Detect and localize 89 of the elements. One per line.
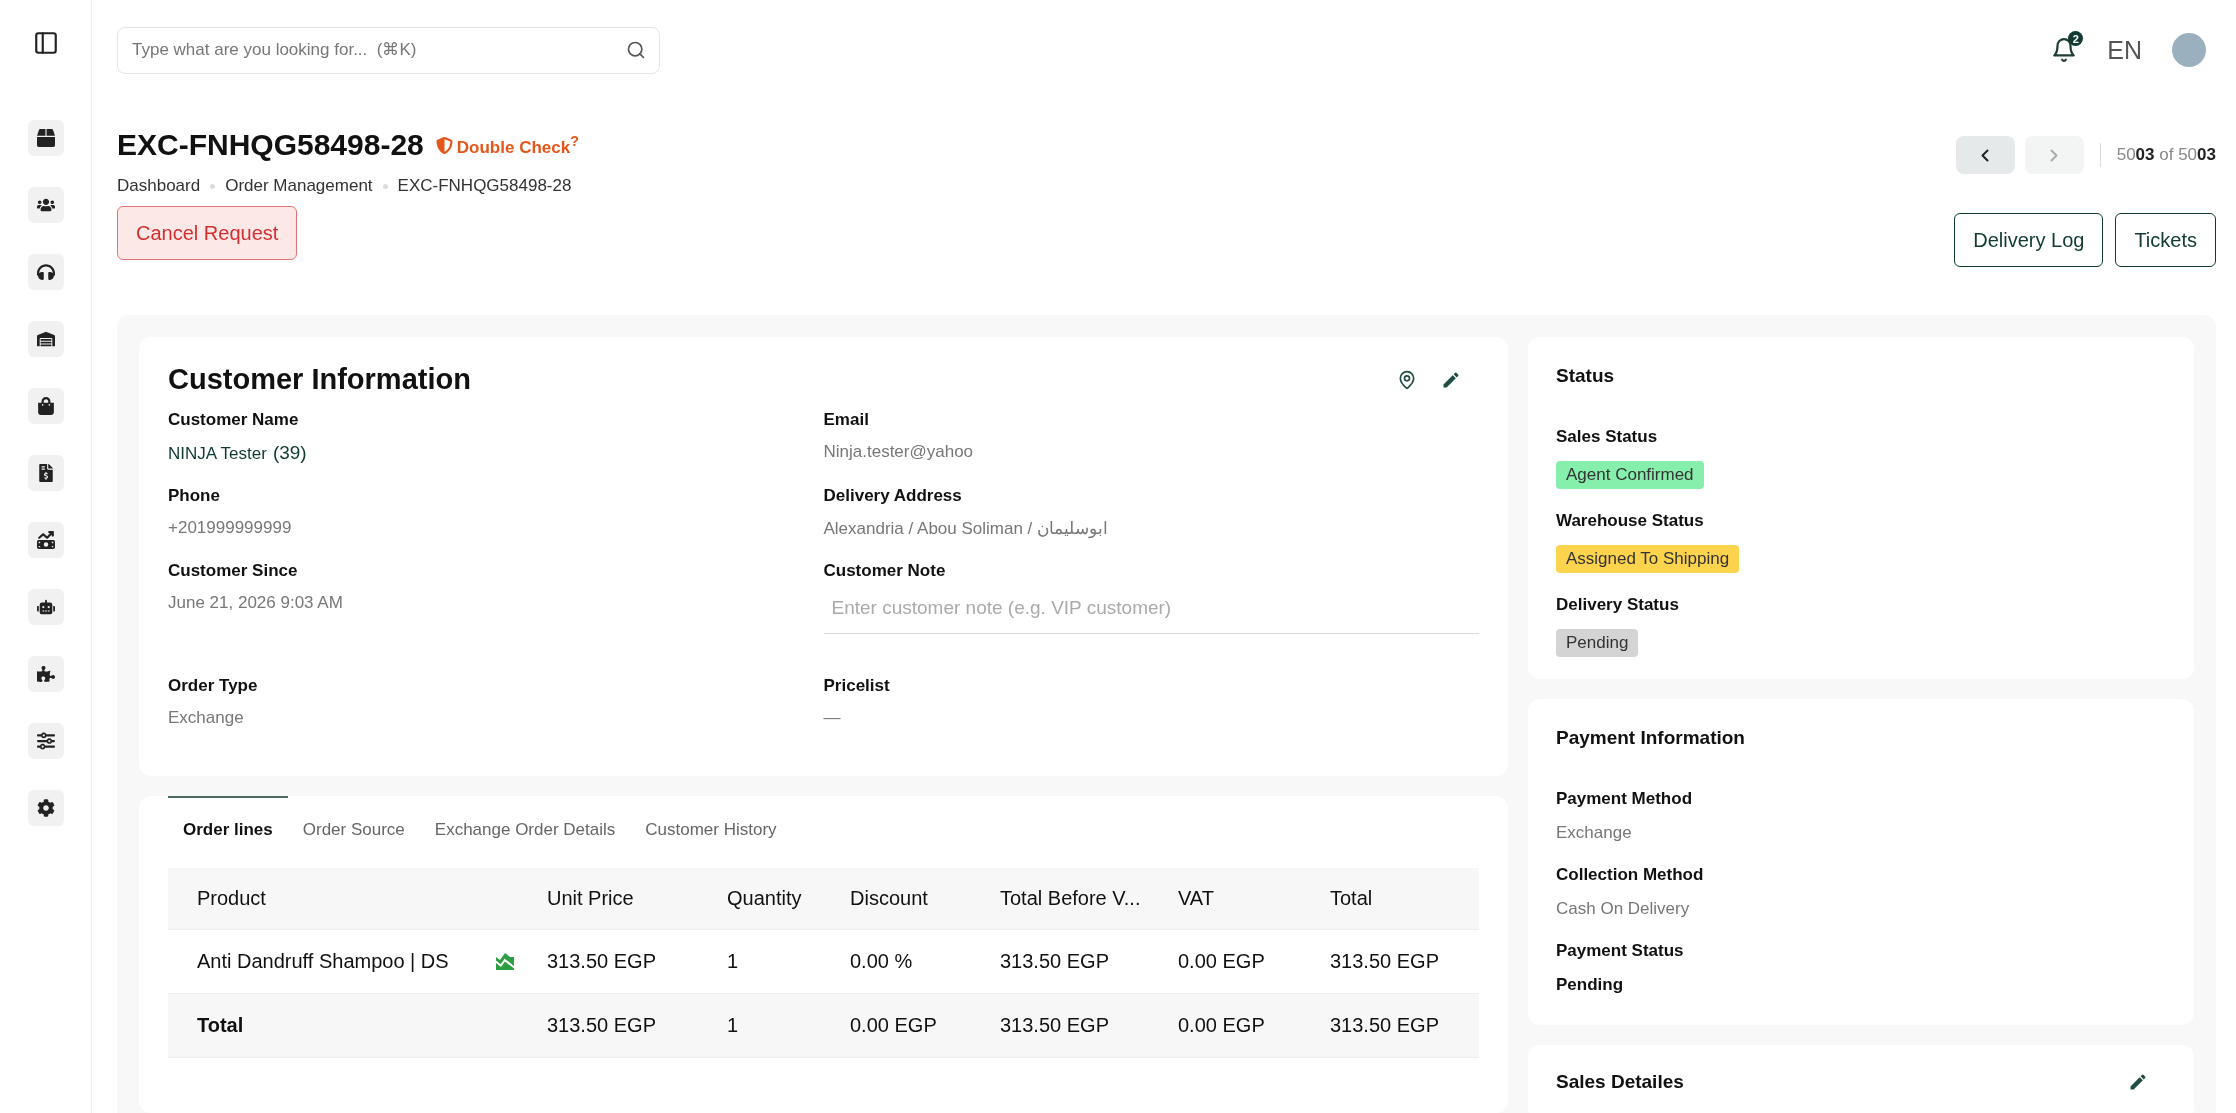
notification-button[interactable] (2051, 37, 2078, 63)
table-cell-text: 0.00 EGP (1178, 1014, 1266, 1037)
column-header: Quantity (727, 887, 803, 910)
cancel-request-button[interactable]: Cancel Request (117, 206, 298, 260)
table-cell-text: Total (197, 1014, 245, 1037)
column-header: Total (1330, 887, 1374, 910)
field-label: Payment Status (1556, 941, 1685, 961)
field-label: Pricelist (823, 676, 891, 696)
status-badge: Agent Confirmed (1556, 461, 1704, 489)
table-cell-text: 1 (727, 950, 740, 973)
status-badge: Pending (1556, 629, 1639, 657)
field-label: Phone (168, 486, 221, 506)
table-cell-text: 0.00 EGP (850, 1014, 938, 1037)
card-title: Status (1556, 365, 1616, 387)
field-value: +201999999999 (168, 518, 293, 538)
column-header: VAT (1178, 887, 1215, 910)
table-cell-text: 0.00 EGP (1178, 950, 1266, 973)
nav-settings-icon[interactable] (27, 790, 64, 826)
table-cell-text: 0.00 % (850, 950, 914, 973)
double-check-label: Double Check$^{?}$ (456, 132, 579, 158)
field-label: Sales Status (1556, 427, 1659, 447)
page-counter: 5003 of 5003 (2116, 145, 2216, 165)
field-label: Delivery Status (1556, 595, 1680, 615)
column-header: Discount (850, 887, 929, 910)
field-label: Customer Name (168, 410, 300, 430)
table-cell-text: 313.50 EGP (547, 1014, 657, 1037)
field-value: — (823, 708, 842, 728)
shield-icon (435, 136, 453, 154)
field-value: Ninja.tester@yahoo (823, 442, 975, 462)
column-header: Unit Price (547, 887, 635, 910)
field-value: Exchange (168, 708, 245, 728)
breadcrumb-link[interactable]: EXC-FNHQG58498-28 (397, 176, 572, 196)
customer-name-link[interactable]: NINJA Tester (168, 444, 267, 463)
breadcrumb-link[interactable]: Order Management (225, 176, 373, 196)
search-field[interactable]: Type what are you looking for... (⌘K) (117, 26, 660, 74)
nav-warehouse-icon[interactable] (27, 321, 64, 357)
field-label: Email (823, 410, 870, 430)
field-label: Order Type (168, 676, 259, 696)
table-cell: Anti Dandruff Shampoo | DS (197, 950, 449, 973)
table-cell-text: 313.50 EGP (1000, 950, 1110, 973)
nav-robot-icon[interactable] (27, 589, 64, 625)
field-label: Collection Method (1556, 865, 1705, 885)
edit-icon[interactable] (1441, 369, 1461, 390)
nav-headphones-icon[interactable] (27, 254, 64, 290)
field-label: Customer Note (823, 561, 947, 581)
chevron-left-icon (1981, 148, 1990, 162)
table-cell-text: 313.50 EGP (1330, 950, 1440, 973)
nav-box-icon[interactable] (27, 120, 64, 156)
search-icon (626, 39, 646, 60)
nav-invoice-icon[interactable] (27, 455, 64, 491)
card-title: Customer Information (168, 363, 471, 396)
nav-money-chart-icon[interactable] (27, 522, 64, 558)
order-title: EXC-FNHQG58498-28 (117, 128, 424, 162)
card-title: Sales Detailes (1556, 1071, 1684, 1093)
breadcrumb-link[interactable]: Dashboard (117, 176, 201, 196)
location-pin-icon[interactable] (1397, 369, 1417, 390)
field-value: Exchange (1556, 823, 1633, 843)
field-label: Warehouse Status (1556, 511, 1705, 531)
nav-users-icon[interactable] (27, 187, 64, 223)
table-cell-text: 313.50 EGP (1330, 1014, 1440, 1037)
order-count: (39) (272, 442, 307, 463)
tab[interactable]: Order Source (287, 796, 420, 854)
field-value: June 21, 2026 9:03 AM (168, 593, 344, 613)
field-label: Customer Since (168, 561, 299, 581)
sidebar-toggle-icon[interactable] (32, 30, 59, 56)
tab[interactable]: Exchange Order Details (419, 796, 631, 854)
field-label: Delivery Address (823, 486, 963, 506)
tab[interactable]: Customer History (630, 796, 792, 854)
table-cell-text: 313.50 EGP (547, 950, 657, 973)
notification-badge: 2 (2068, 31, 2084, 46)
column-header: Product (197, 887, 267, 910)
status-badge: Assigned To Shipping (1556, 545, 1740, 573)
edit-icon[interactable] (2128, 1072, 2148, 1092)
card-title: Payment Information (1556, 727, 1746, 749)
field-label: Payment Method (1556, 789, 1694, 809)
nav-puzzle-icon[interactable] (27, 656, 64, 692)
column-header: Total Before V... (1000, 887, 1142, 910)
chevron-right-icon (2050, 148, 2059, 162)
language-label[interactable]: EN (2107, 35, 2142, 65)
nav-bag-icon[interactable] (27, 388, 64, 424)
table-cell-text: 313.50 EGP (1000, 1014, 1110, 1037)
action-button[interactable]: Delivery Log (1954, 213, 2104, 267)
action-button[interactable]: Tickets (2115, 213, 2216, 267)
field-value: Pending (1556, 975, 1625, 995)
table-cell-text: 1 (727, 1014, 740, 1037)
field-value: Alexandria / Abou Soliman / ابوسليمان (823, 518, 1110, 539)
field-value: Cash On Delivery (1556, 899, 1691, 919)
tab[interactable]: Order lines (168, 796, 288, 854)
nav-sliders-icon[interactable] (27, 723, 64, 759)
